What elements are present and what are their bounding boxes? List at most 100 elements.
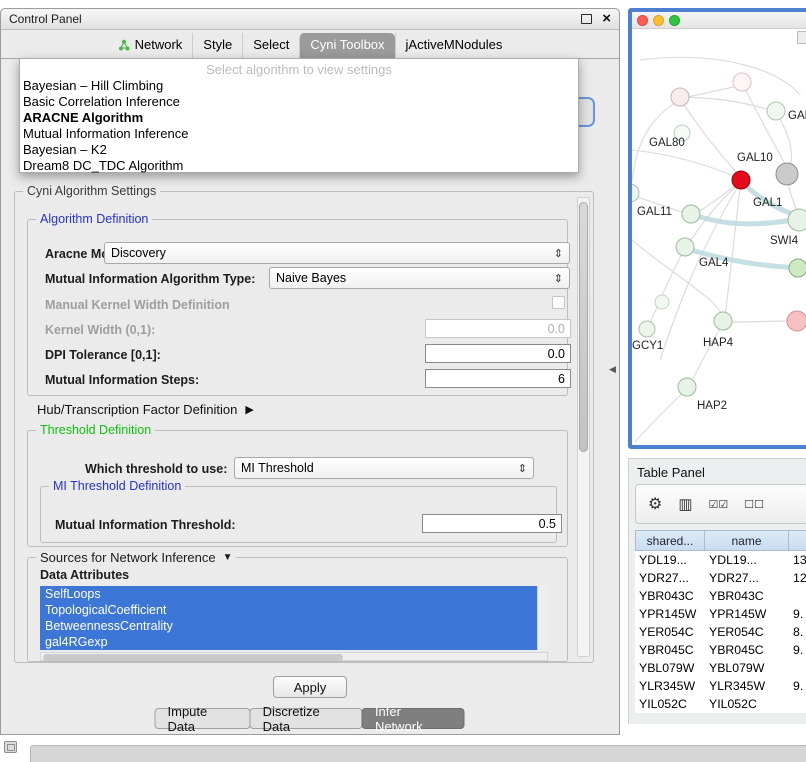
table-row[interactable]: YPR145W YPR145W 9. [635,605,806,623]
tab-infer-network[interactable]: Infer Network [362,708,465,729]
table-row[interactable]: YBR043C YBR043C [635,587,806,605]
cell: YER054C [705,623,789,641]
mi-steps-value: 6 [558,372,565,386]
node-faint-small[interactable] [655,295,669,309]
network-scrollbar-box[interactable] [797,31,806,44]
node-gal1[interactable] [788,209,806,231]
mi-threshold-field[interactable]: 0.5 [422,514,562,533]
cell: YLR345W [705,677,789,695]
mi-steps-field[interactable]: 6 [425,369,571,388]
algorithm-option[interactable]: Dream8 DC_TDC Algorithm [20,158,578,174]
node-hap2[interactable] [678,378,696,396]
mi-type-value: Naive Bayes [276,271,346,285]
splitter-collapse-icon[interactable]: ◀ [609,364,616,375]
attribute-item[interactable]: gal4RGexp [40,634,548,650]
float-window-icon[interactable] [581,14,592,24]
attributes-list-scrollbar[interactable] [537,586,548,650]
restore-panel-icon[interactable] [4,741,17,753]
which-threshold-select[interactable]: MI Threshold ⇕ [234,457,534,479]
cell [789,587,806,605]
column-header-name[interactable]: name [705,530,789,551]
apply-button[interactable]: Apply [273,676,347,698]
cell: YPR145W [705,605,789,623]
gear-icon[interactable]: ⚙ [648,494,662,514]
tab-select-label: Select [253,37,289,52]
manual-kernel-checkbox[interactable] [552,296,565,309]
node-gal10-highlighted[interactable] [732,171,750,189]
tab-style[interactable]: Style [192,33,242,58]
attribute-item[interactable]: SelfLoops [40,586,548,602]
dpi-tolerance-field[interactable]: 0.0 [425,344,571,363]
table-row[interactable]: YDR27... YDR27... 12 [635,569,806,587]
settings-scrollbar[interactable] [577,197,590,657]
sources-expander[interactable]: Sources for Network Inference ▼ [36,550,236,565]
attributes-list-hscrollbar[interactable] [40,652,548,661]
cell: YPR145W [635,605,705,623]
node-label: GAL1 [753,197,782,209]
node-label: GCY1 [632,340,663,352]
table-row[interactable]: YBR045C YBR045C 9. [635,641,806,659]
threshold-definition-title: Threshold Definition [36,423,155,437]
expanded-arrow-icon: ▼ [223,552,233,563]
algorithm-option[interactable]: Bayesian – K2 [20,142,578,158]
tab-jactivemnodules-label: jActiveMNodules [406,37,503,52]
combo-arrows-icon: ⇕ [518,462,527,475]
node-hap4[interactable] [714,312,732,330]
sources-group: Sources for Network Inference ▼ Data Att… [27,557,568,662]
table-row[interactable]: YIL052C YIL052C [635,695,806,713]
table-row[interactable]: YLR345W YLR345W 9. [635,677,806,695]
node-gal4[interactable] [676,238,694,256]
select-all-checkboxes-icon[interactable]: ☑☑ [709,498,729,511]
attribute-item[interactable]: TopologicalCoefficient [40,602,548,618]
column-header-partial[interactable] [789,530,806,551]
algorithm-option-selected[interactable]: ARACNE Algorithm [20,110,578,126]
node-pale-pink-1[interactable] [671,88,689,106]
close-icon[interactable]: × [602,12,611,26]
aracne-mode-select[interactable]: Discovery ⇕ [104,242,570,264]
mi-type-select[interactable]: Naive Bayes ⇕ [269,267,570,289]
node-bright-green[interactable] [789,259,806,277]
cyni-algorithm-settings-group: Cyni Algorithm Settings Algorithm Defini… [14,191,594,663]
minimize-traffic-light[interactable] [653,15,664,26]
cell [789,695,806,713]
network-canvas[interactable]: GAL GAL80 GAL10 GAL11 GAL1 SWI4 GAL4 GCY… [632,29,806,445]
cell: YBL079W [635,659,705,677]
node-pink-right[interactable] [787,311,806,331]
tab-cyni-toolbox[interactable]: Cyni Toolbox [299,33,394,58]
algorithm-definition-group: Algorithm Definition Aracne Mode: Discov… [27,219,568,396]
kernel-width-field[interactable]: 0.0 [425,319,571,338]
settings-scrollbar-thumb[interactable] [579,202,588,452]
deselect-all-checkboxes-icon[interactable]: ☐☐ [744,498,764,511]
node-gray[interactable] [776,163,798,185]
node-left-edge[interactable] [632,184,639,202]
table-row[interactable]: YBL079W YBL079W [635,659,806,677]
algorithm-popup-placeholder: Select algorithm to view settings [20,62,578,78]
algorithm-option[interactable]: Basic Correlation Inference [20,94,578,110]
algorithm-option[interactable]: Bayesian – Hill Climbing [20,78,578,94]
algorithm-option[interactable]: Mutual Information Inference [20,126,578,142]
attributes-hscroll-thumb[interactable] [43,654,343,661]
node-gcy1[interactable] [639,321,655,337]
tab-impute-data[interactable]: Impute Data [155,708,251,729]
node-label: GAL10 [737,152,773,164]
column-header-shared-name[interactable]: shared... [635,530,705,551]
hub-definition-expander[interactable]: Hub/Transcription Factor Definition ▶ [37,402,254,417]
tab-network[interactable]: Network [108,33,193,58]
zoom-traffic-light[interactable] [669,15,680,26]
table-row[interactable]: YDL19... YDL19... 13 [635,551,806,569]
column-selector-icon[interactable]: ▥ [678,495,692,513]
node-pale-pink-2[interactable] [733,73,751,91]
node-gal-top[interactable] [767,102,785,120]
close-traffic-light[interactable] [637,15,648,26]
tab-jactivemnodules[interactable]: jActiveMNodules [395,33,513,58]
bottom-tabbar: Impute Data Discretize Data Infer Networ… [156,708,465,729]
cell: YIL052C [705,695,789,713]
tab-discretize-data[interactable]: Discretize Data [250,708,363,729]
tab-select[interactable]: Select [242,33,299,58]
table-row[interactable]: YER054C YER054C 8. [635,623,806,641]
cell: 8. [789,623,806,641]
mi-type-label: Mutual Information Algorithm Type: [45,272,255,286]
node-gal11[interactable] [682,205,700,223]
settings-group-title: Cyni Algorithm Settings [23,184,160,198]
attribute-item[interactable]: BetweennessCentrality [40,618,548,634]
